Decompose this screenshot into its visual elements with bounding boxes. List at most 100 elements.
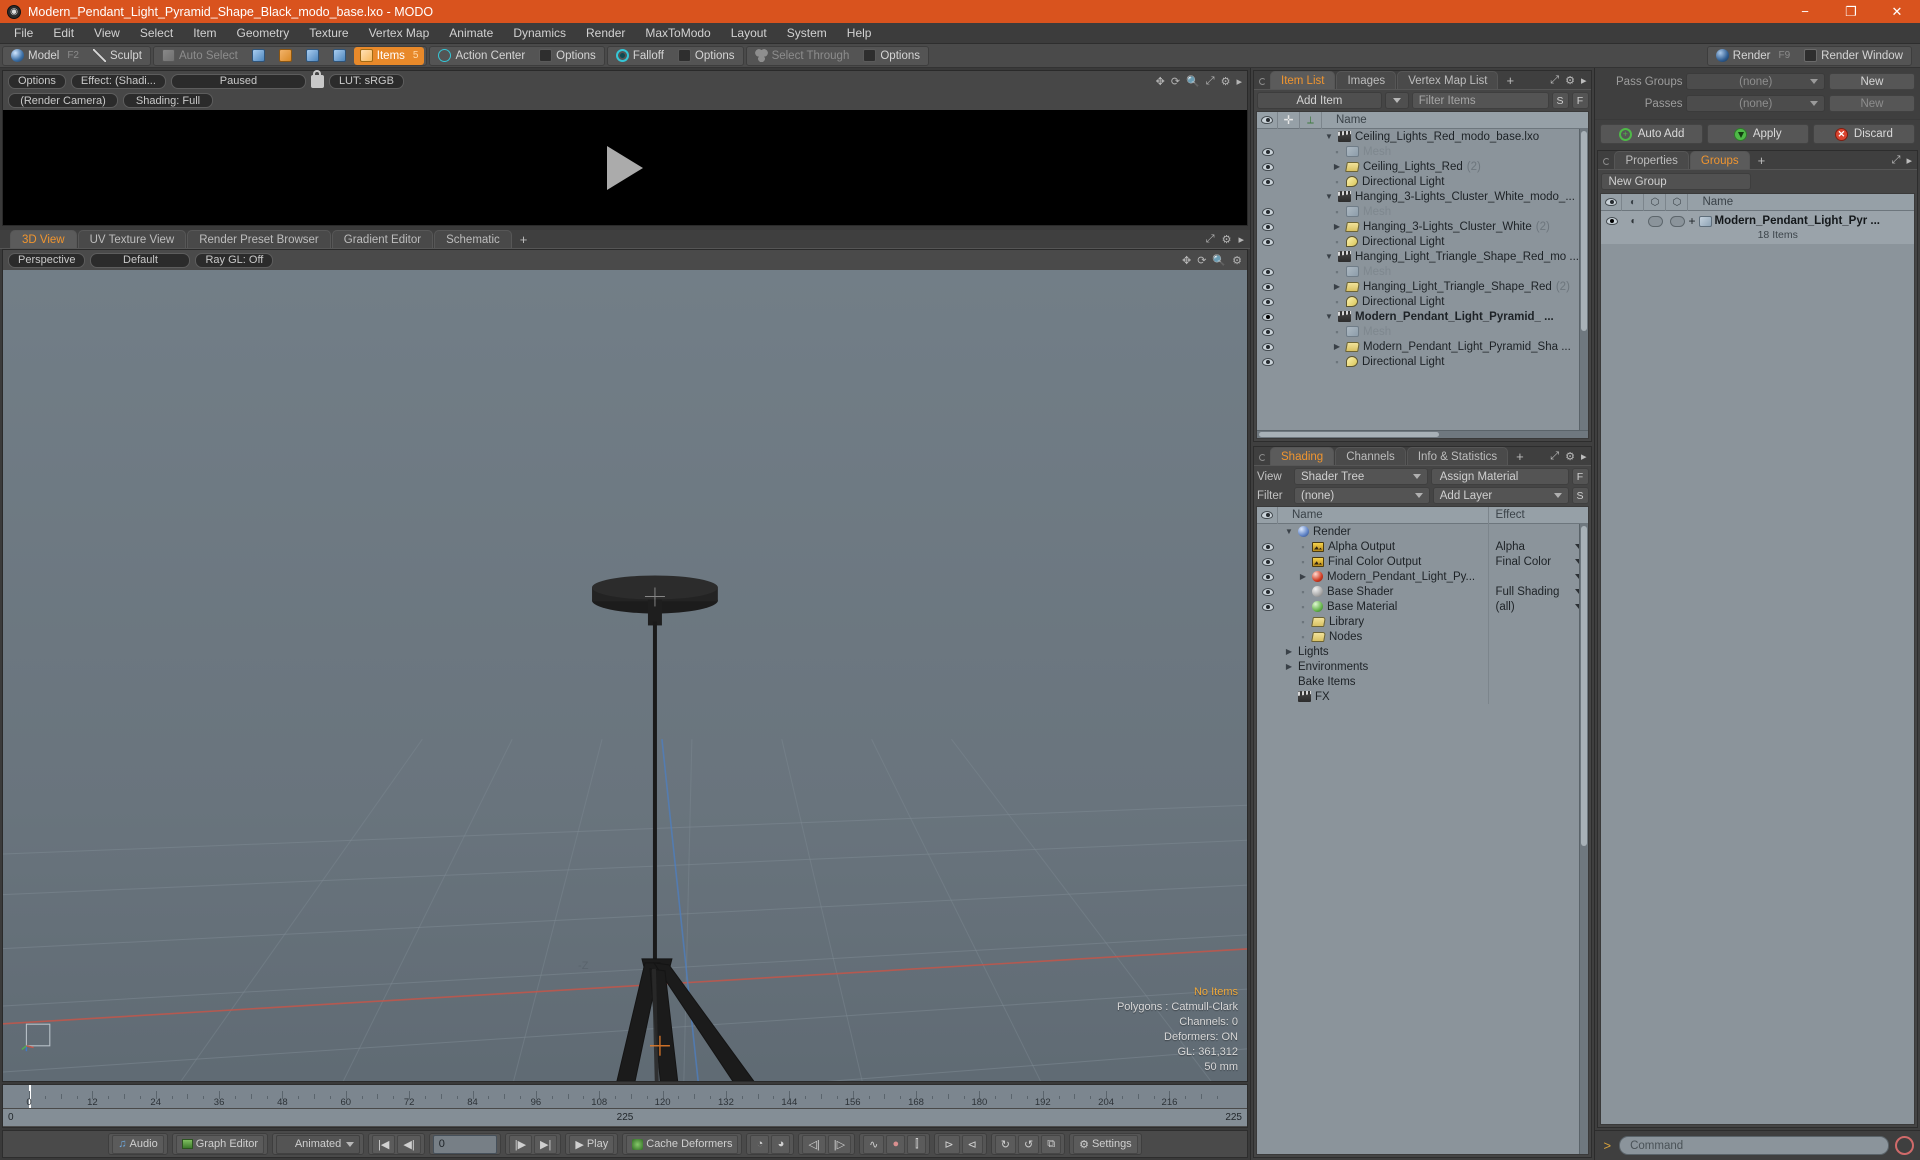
shader-tree[interactable]: Name Effect ▼ Render ▪ Alpha Output Alpha ▪ Fi… [1256, 506, 1590, 1155]
next-key-icon[interactable]: |▷ [827, 1134, 852, 1154]
preview-lut-dropdown[interactable]: LUT: sRGB [328, 73, 404, 89]
key-dot-icon[interactable]: ● [886, 1134, 906, 1154]
eye-icon[interactable] [1261, 587, 1274, 596]
move-icon[interactable]: ✥ [1182, 254, 1191, 267]
viewport-raygl-toggle[interactable]: Ray GL: Off [195, 252, 274, 268]
panel-menu-icon[interactable] [1259, 454, 1266, 461]
gear-icon[interactable]: ⚙ [1565, 74, 1575, 87]
table-row[interactable]: Bake Items [1257, 674, 1588, 689]
scroll-thumb-h[interactable] [1259, 432, 1439, 437]
add-tab-button[interactable]: + [513, 230, 535, 248]
menu-item-maxtomodo[interactable]: MaxToModo [635, 23, 720, 44]
items-mode-button[interactable]: Items 5 [353, 46, 425, 65]
chevron-right-icon[interactable]: ▸ [1906, 154, 1912, 167]
gear-icon[interactable]: ⚙ [1232, 254, 1242, 267]
menu-item-texture[interactable]: Texture [299, 23, 358, 44]
table-row[interactable]: ▼ Ceiling_Lights_Red_modo_base.lxo [1257, 129, 1588, 144]
eye-icon[interactable] [1261, 237, 1274, 246]
visibility-toggle[interactable] [1257, 542, 1278, 551]
go-to-end-button[interactable]: ▶| [534, 1134, 558, 1154]
cycle-icon[interactable]: ↻ [994, 1134, 1016, 1154]
filter-s-button[interactable]: S [1551, 92, 1569, 109]
table-row[interactable]: ▪ Directional Light [1257, 174, 1588, 189]
pass-groups-new-button[interactable]: New [1829, 73, 1915, 90]
item-list-rows[interactable]: ▼ Ceiling_Lights_Red_modo_base.lxo ▪ Mesh ▶ C… [1257, 129, 1588, 430]
table-row[interactable]: FX [1257, 689, 1588, 704]
sculpt-mode-button[interactable]: Sculpt [87, 47, 148, 65]
table-row[interactable]: ▶ Hanging_3-Lights_Cluster_White (2) [1257, 219, 1588, 234]
group-visibility-toggle[interactable] [1601, 217, 1622, 225]
shader-tree-rows[interactable]: ▼ Render ▪ Alpha Output Alpha ▪ Final Color Ou… [1257, 524, 1588, 1154]
preview-status-button[interactable]: Paused [170, 73, 306, 89]
add-item-button[interactable]: Add Item [1257, 92, 1382, 109]
visibility-toggle[interactable] [1257, 207, 1278, 216]
table-row[interactable]: ▶ Lights [1257, 644, 1588, 659]
item-list-hscrollbar[interactable] [1257, 430, 1589, 438]
menu-item-render[interactable]: Render [576, 23, 635, 44]
preview-render-canvas[interactable] [3, 110, 1247, 225]
table-row[interactable]: ▪ Nodes [1257, 629, 1588, 644]
table-row[interactable]: ▪ Mesh [1257, 264, 1588, 279]
eye-icon[interactable] [1261, 342, 1274, 351]
expand-group-button[interactable]: + [1688, 214, 1695, 228]
auto-select-button[interactable]: Auto Select [156, 47, 244, 65]
eye-icon[interactable] [1261, 602, 1274, 611]
twisty-icon[interactable]: ▶ [1332, 222, 1342, 231]
timeline-panel[interactable]: 0 12 24 36 48 60 72 84 96 108 120 132 144 156 168 180 19… [2, 1084, 1248, 1128]
table-row[interactable]: ▪ Directional Light [1257, 354, 1588, 369]
key-range-icon[interactable]: ⫿ [907, 1134, 927, 1154]
auto-key-icon[interactable]: ◔ [750, 1134, 770, 1154]
eye-icon[interactable] [1261, 147, 1274, 156]
falloff-options-button[interactable]: Options [672, 47, 741, 65]
group-checkbox-1[interactable] [1644, 213, 1666, 230]
menu-item-vertex-map[interactable]: Vertex Map [359, 23, 440, 44]
table-row[interactable]: ▪ Directional Light [1257, 294, 1588, 309]
shading-s-button[interactable]: S [1571, 487, 1589, 504]
viewport-3d-canvas[interactable]: -Z No Items Polygons : Catmull-Clark Cha… [3, 270, 1247, 1081]
viewport-perspective-dropdown[interactable]: Perspective [8, 252, 86, 268]
table-row[interactable]: ▶ Environments [1257, 659, 1588, 674]
eye-icon[interactable] [1261, 312, 1274, 321]
key-curve-icon[interactable]: ∿ [863, 1134, 885, 1154]
graph-editor-button[interactable]: Graph Editor [175, 1134, 265, 1154]
audio-button[interactable]: ♫ Audio [112, 1134, 164, 1154]
material-mode-button[interactable] [327, 47, 352, 65]
gear-icon[interactable]: ⚙ [1221, 75, 1231, 88]
preview-lock-icon[interactable] [310, 69, 324, 88]
shading-f-button[interactable]: F [1571, 468, 1589, 485]
edge-mode-button[interactable] [273, 47, 298, 65]
command-record-icon[interactable] [1895, 1136, 1914, 1155]
tab-shading[interactable]: Shading [1270, 447, 1335, 465]
visibility-toggle[interactable] [1257, 312, 1278, 321]
tab-item-list[interactable]: Item List [1270, 71, 1336, 89]
expand-icon[interactable]: ⤢ [1892, 154, 1901, 167]
viewport-default-dropdown[interactable]: Default [90, 252, 191, 268]
falloff-button[interactable]: Falloff [610, 47, 670, 65]
loop-start-icon[interactable]: ⊳ [938, 1134, 960, 1154]
preview-shading-dropdown[interactable]: Shading: Full [123, 93, 213, 108]
tab-images[interactable]: Images [1336, 71, 1397, 89]
window-controls[interactable]: − ❐ ✕ [1782, 0, 1920, 23]
group-checkbox-2[interactable] [1666, 213, 1688, 230]
group-list-item[interactable]: ◐ + Modern_Pendant_Light_Pyr ... 18 Item… [1601, 211, 1914, 244]
preview-effect-dropdown[interactable]: Effect: (Shadi... [70, 73, 166, 89]
close-button[interactable]: ✕ [1874, 0, 1920, 23]
table-row[interactable]: ▼ Hanging_Light_Triangle_Shape_Red_mo ... [1257, 249, 1588, 264]
chevron-right-icon[interactable]: ▸ [1581, 450, 1587, 463]
new-group-button[interactable]: New Group [1601, 173, 1752, 190]
select-through-options-button[interactable]: Options [857, 47, 926, 65]
tab-uv-texture-view[interactable]: UV Texture View [77, 230, 187, 248]
maximize-button[interactable]: ❐ [1828, 0, 1874, 23]
table-row[interactable]: ▪ Mesh [1257, 204, 1588, 219]
expand-icon[interactable]: ⤢ [1550, 74, 1559, 87]
eye-icon[interactable] [1261, 222, 1274, 231]
zoom-icon[interactable]: 🔍 [1212, 254, 1226, 267]
table-row[interactable]: ▶ Ceiling_Lights_Red (2) [1257, 159, 1588, 174]
go-to-start-button[interactable]: |◀ [372, 1134, 396, 1154]
table-row[interactable]: ▪ Alpha Output Alpha [1257, 539, 1588, 554]
shader-tree-vscrollbar[interactable] [1579, 524, 1589, 1154]
bake-icon[interactable]: ⧉ [1041, 1134, 1062, 1154]
scroll-thumb[interactable] [1581, 131, 1588, 331]
scroll-thumb[interactable] [1581, 526, 1588, 846]
table-row[interactable]: ▪ Library [1257, 614, 1588, 629]
